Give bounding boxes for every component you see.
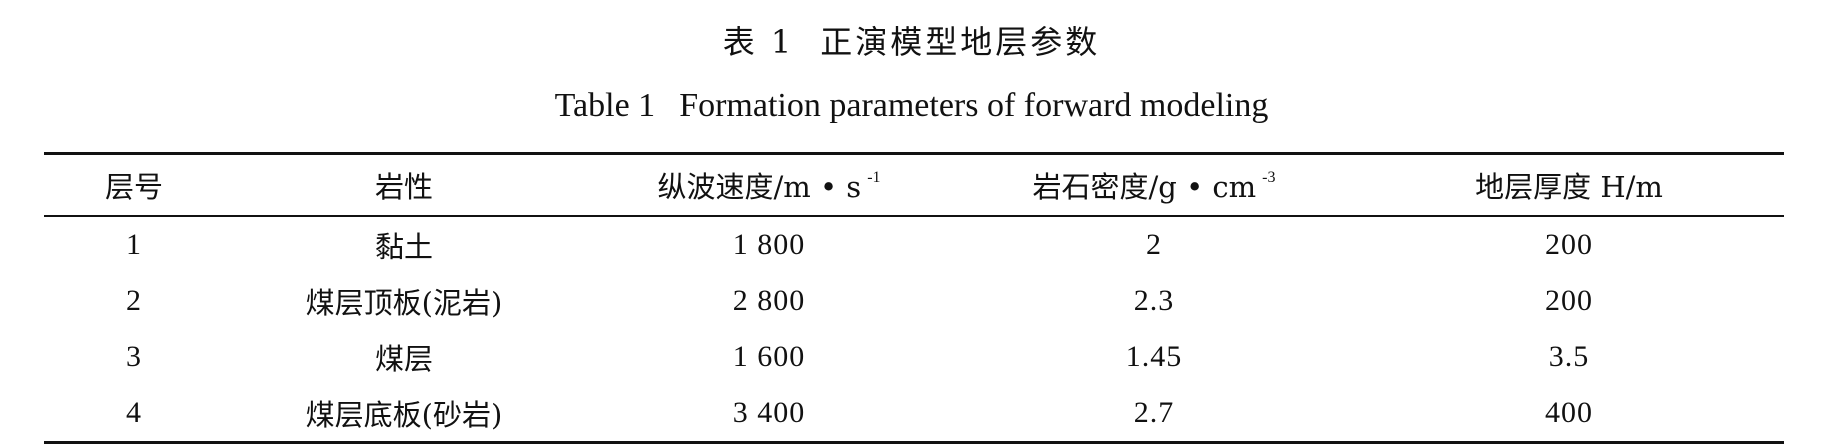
cell-layer-thickness: 200 bbox=[1545, 228, 1593, 261]
header-layer-number-label: 层号 bbox=[104, 170, 163, 204]
caption-chinese-label: 表 1 bbox=[722, 23, 795, 61]
cell-rock-density: 2.3 bbox=[1133, 284, 1175, 317]
table-row: 1 黏土 1 800 2 200 bbox=[44, 216, 1784, 273]
cell-layer-number: 3 bbox=[126, 340, 142, 373]
header-p-wave-velocity: 纵波速度/m • s -1 bbox=[584, 154, 954, 217]
cell-layer-number: 4 bbox=[126, 396, 142, 429]
cell-rock-density: 2 bbox=[1146, 228, 1162, 261]
header-p-wave-velocity-exponent: -1 bbox=[867, 169, 881, 187]
cell-lithology: 黏土 bbox=[374, 230, 433, 264]
header-layer-number: 层号 bbox=[44, 154, 224, 217]
caption-english-text: Formation parameters of forward modeling bbox=[679, 87, 1269, 124]
table-row: 3 煤层 1 600 1.45 3.5 bbox=[44, 329, 1784, 385]
cell-p-wave-velocity: 3 400 bbox=[732, 396, 806, 429]
cell-p-wave-velocity: 1 800 bbox=[732, 228, 806, 261]
parameters-table-container: 层号 岩性 纵波速度/m • s -1 岩石密度/g • cm -3 地层厚度 H/… bbox=[44, 152, 1784, 444]
cell-layer-thickness: 400 bbox=[1545, 396, 1593, 429]
cell-rock-density: 2.7 bbox=[1133, 396, 1175, 429]
cell-p-wave-velocity: 2 800 bbox=[732, 284, 806, 317]
cell-layer-number: 1 bbox=[126, 228, 142, 261]
header-lithology-label: 岩性 bbox=[374, 170, 433, 204]
header-rock-density-exponent: -3 bbox=[1262, 169, 1276, 187]
cell-lithology: 煤层顶板(泥岩) bbox=[305, 286, 503, 320]
cell-lithology: 煤层 bbox=[374, 342, 433, 376]
parameters-table: 层号 岩性 纵波速度/m • s -1 岩石密度/g • cm -3 地层厚度 H/… bbox=[44, 152, 1784, 444]
table-row: 4 煤层底板(砂岩) 3 400 2.7 400 bbox=[44, 385, 1784, 443]
caption-chinese-text: 正演模型地层参数 bbox=[820, 23, 1101, 61]
header-lithology: 岩性 bbox=[224, 154, 584, 217]
header-rock-density-label: 岩石密度/g • cm bbox=[1032, 170, 1257, 204]
cell-layer-thickness: 200 bbox=[1545, 284, 1593, 317]
cell-rock-density: 1.45 bbox=[1125, 340, 1183, 373]
cell-lithology: 煤层底板(砂岩) bbox=[305, 398, 503, 432]
cell-layer-thickness: 3.5 bbox=[1548, 340, 1590, 373]
table-row: 2 煤层顶板(泥岩) 2 800 2.3 200 bbox=[44, 273, 1784, 329]
caption-english-label: Table 1 bbox=[554, 87, 656, 124]
caption-english: Table 1 Formation parameters of forward m… bbox=[0, 84, 1823, 128]
header-layer-thickness-label: 地层厚度 H/m bbox=[1475, 170, 1663, 204]
header-p-wave-velocity-label: 纵波速度/m • s bbox=[657, 170, 862, 204]
table-header-row: 层号 岩性 纵波速度/m • s -1 岩石密度/g • cm -3 地层厚度 H/… bbox=[44, 153, 1784, 217]
header-layer-thickness: 地层厚度 H/m bbox=[1354, 154, 1784, 217]
cell-layer-number: 2 bbox=[126, 284, 142, 317]
header-rock-density: 岩石密度/g • cm -3 bbox=[954, 154, 1354, 217]
cell-p-wave-velocity: 1 600 bbox=[732, 340, 806, 373]
table-caption: 表 1 正演模型地层参数 Table 1 Formation parameters … bbox=[0, 18, 1823, 128]
caption-chinese: 表 1 正演模型地层参数 bbox=[0, 18, 1823, 66]
